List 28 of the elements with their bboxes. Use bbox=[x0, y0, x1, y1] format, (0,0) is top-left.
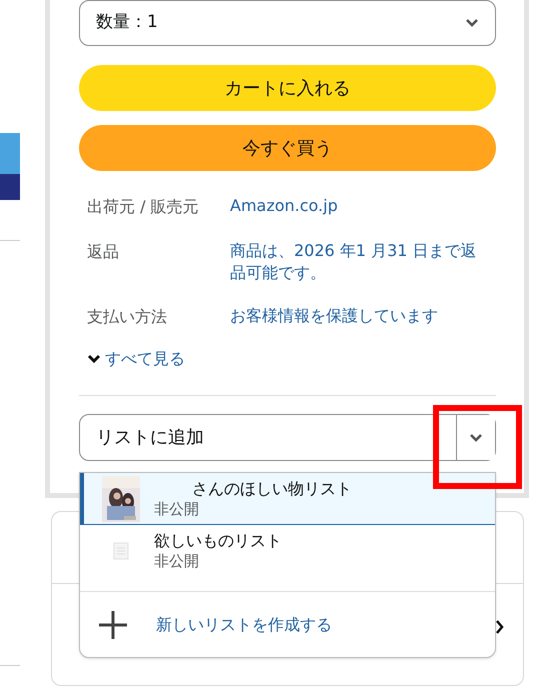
chevron-right-icon bbox=[496, 620, 504, 634]
add-to-list-button[interactable]: リストに追加 bbox=[79, 414, 496, 461]
privacy-label: 非公開 bbox=[154, 551, 200, 572]
add-to-cart-button[interactable]: カートに入れる bbox=[79, 65, 496, 111]
create-list-label: 新しいリストを作成する bbox=[156, 614, 332, 636]
quantity-select[interactable]: 数量：1 bbox=[79, 0, 496, 46]
list-option[interactable]: さんのほしい物リスト 非公開 bbox=[80, 473, 495, 525]
detail-value-link[interactable]: Amazon.co.jp bbox=[230, 195, 346, 219]
see-all-link[interactable]: すべて見る bbox=[87, 347, 185, 371]
buy-now-button[interactable]: 今すぐ買う bbox=[79, 125, 496, 171]
quantity-label: 数量：1 bbox=[96, 11, 158, 34]
add-to-list-label: リストに追加 bbox=[95, 426, 205, 450]
list-option[interactable]: 欲しいものリスト 非公開 bbox=[80, 525, 495, 577]
detail-value-link[interactable]: お客様情報を保護しています bbox=[230, 305, 446, 329]
create-list-option[interactable]: 新しいリストを作成する bbox=[80, 591, 495, 657]
chevron-down-icon bbox=[87, 354, 101, 364]
detail-label: 返品 bbox=[87, 241, 120, 263]
chevron-down-icon bbox=[465, 18, 479, 28]
list-name: さんのほしい物リスト bbox=[191, 478, 352, 498]
detail-label: 支払い方法 bbox=[87, 306, 168, 328]
list-name: 欲しいものリスト bbox=[154, 530, 282, 551]
chevron-down-icon bbox=[469, 432, 483, 442]
detail-label: 出荷元 / 販売元 bbox=[87, 196, 200, 218]
detail-value-link[interactable]: 商品は、2026 年1 月31 日まで返品可能です。 bbox=[230, 240, 496, 284]
privacy-label: 非公開 bbox=[154, 498, 200, 520]
dropdown-toggle[interactable] bbox=[456, 415, 495, 460]
side-button[interactable] bbox=[0, 133, 20, 200]
plus-icon bbox=[98, 610, 128, 640]
